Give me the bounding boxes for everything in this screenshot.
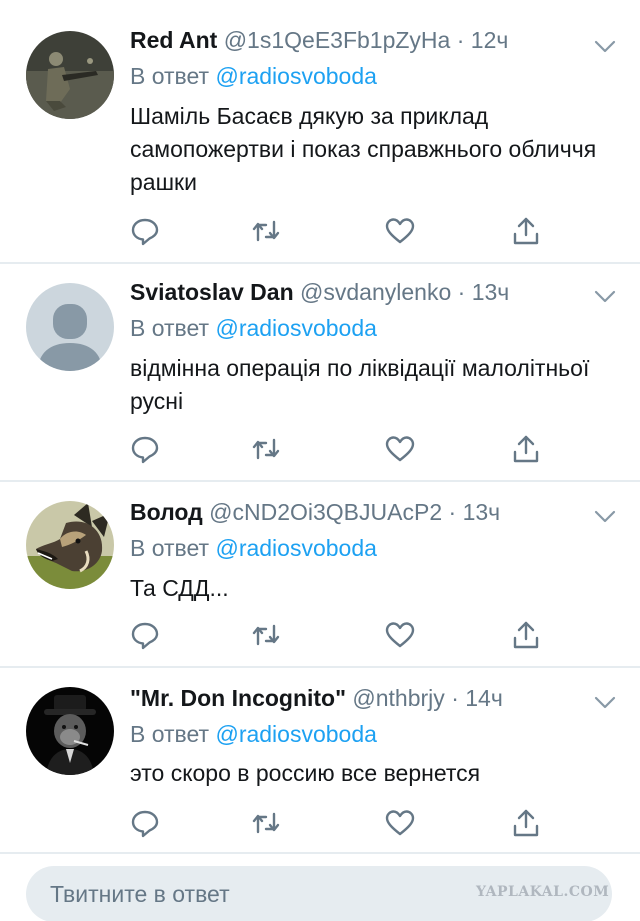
- author-handle[interactable]: @1s1QeE3Fb1pZyHa: [224, 27, 451, 53]
- tweet-header: Волод @cND2Oi3QBJUAcP2 · 13ч: [130, 496, 586, 528]
- retweet-icon[interactable]: [251, 620, 281, 650]
- tweet[interactable]: "Mr. Don Incognito" @nthbrjy · 14ч В отв…: [0, 668, 640, 854]
- tweet-actions: [130, 620, 550, 650]
- share-icon[interactable]: [511, 434, 541, 464]
- tweet-time[interactable]: 14ч: [465, 685, 503, 711]
- reply-prefix: В ответ: [130, 315, 210, 341]
- author-name[interactable]: Sviatoslav Dan: [130, 279, 294, 305]
- author-name[interactable]: Red Ant: [130, 27, 217, 53]
- author-handle[interactable]: @nthbrjy: [352, 685, 444, 711]
- tweet-time[interactable]: 13ч: [463, 499, 501, 525]
- reply-icon[interactable]: [130, 808, 160, 838]
- reply-icon[interactable]: [130, 216, 160, 246]
- chimp-in-hat-avatar[interactable]: [26, 687, 114, 775]
- separator-dot: ·: [448, 499, 457, 525]
- separator-dot: ·: [457, 279, 466, 305]
- reply-prefix: В ответ: [130, 721, 210, 747]
- reply-mention-link[interactable]: @radiosvoboda: [215, 315, 376, 341]
- tweet-actions: [130, 808, 550, 838]
- reply-mention-link[interactable]: @radiosvoboda: [215, 535, 376, 561]
- author-handle[interactable]: @svdanylenko: [300, 279, 451, 305]
- like-heart-icon[interactable]: [385, 620, 415, 650]
- composer-placeholder: Твитните в ответ: [50, 881, 230, 907]
- tweet[interactable]: Red Ant @1s1QeE3Fb1pZyHa · 12ч В ответ @…: [0, 0, 640, 264]
- like-heart-icon[interactable]: [385, 434, 415, 464]
- reply-mention-link[interactable]: @radiosvoboda: [215, 63, 376, 89]
- reply-thread: Red Ant @1s1QeE3Fb1pZyHa · 12ч В ответ @…: [0, 0, 640, 921]
- share-icon[interactable]: [511, 620, 541, 650]
- tweet-actions: [130, 434, 550, 464]
- retweet-icon[interactable]: [251, 434, 281, 464]
- tweet-time[interactable]: 12ч: [471, 27, 509, 53]
- author-handle[interactable]: @cND2Oi3QBJUAcP2: [209, 499, 442, 525]
- tweet-header: "Mr. Don Incognito" @nthbrjy · 14ч: [130, 682, 586, 714]
- tweet-text: Та СДД...: [130, 575, 229, 601]
- chevron-down-icon[interactable]: [594, 510, 616, 524]
- tweet-text: відмінна операція по ліквідації малолітн…: [130, 355, 590, 414]
- chevron-down-icon[interactable]: [594, 696, 616, 710]
- tweet-header: Red Ant @1s1QeE3Fb1pZyHa · 12ч: [130, 24, 586, 56]
- like-heart-icon[interactable]: [385, 808, 415, 838]
- tweet-time[interactable]: 13ч: [472, 279, 510, 305]
- share-icon[interactable]: [511, 216, 541, 246]
- reply-mention-link[interactable]: @radiosvoboda: [215, 721, 376, 747]
- reply-context: В ответ @radiosvoboda: [130, 532, 377, 564]
- tweet-text: Шаміль Басаєв дякую за приклад самопожер…: [130, 103, 597, 195]
- reply-prefix: В ответ: [130, 535, 210, 561]
- chevron-down-icon[interactable]: [594, 290, 616, 304]
- chevron-down-icon[interactable]: [594, 40, 616, 54]
- reply-icon[interactable]: [130, 620, 160, 650]
- separator-dot: ·: [456, 27, 465, 53]
- like-heart-icon[interactable]: [385, 216, 415, 246]
- soldier-avatar[interactable]: [26, 31, 114, 119]
- separator-dot: ·: [451, 685, 459, 711]
- watermark: YAPLAKAL.COM: [476, 884, 610, 900]
- share-icon[interactable]: [511, 808, 541, 838]
- tweet-header: Sviatoslav Dan @svdanylenko · 13ч: [130, 276, 586, 308]
- tweet-text: это скоро в россию все вернется: [130, 760, 481, 786]
- author-name[interactable]: "Mr. Don Incognito": [130, 685, 346, 711]
- retweet-icon[interactable]: [251, 808, 281, 838]
- tweet[interactable]: Волод @cND2Oi3QBJUAcP2 · 13ч В ответ @ra…: [0, 482, 640, 668]
- retweet-icon[interactable]: [251, 216, 281, 246]
- reply-context: В ответ @radiosvoboda: [130, 60, 377, 92]
- wild-dog-avatar[interactable]: [26, 501, 114, 589]
- default-profile-avatar[interactable]: [26, 283, 114, 371]
- reply-context: В ответ @radiosvoboda: [130, 312, 377, 344]
- tweet[interactable]: Sviatoslav Dan @svdanylenko · 13ч В отве…: [0, 264, 640, 482]
- author-name[interactable]: Волод: [130, 499, 203, 525]
- reply-context: В ответ @radiosvoboda: [130, 718, 377, 750]
- reply-icon[interactable]: [130, 434, 160, 464]
- tweet-actions: [130, 216, 550, 246]
- reply-prefix: В ответ: [130, 63, 210, 89]
